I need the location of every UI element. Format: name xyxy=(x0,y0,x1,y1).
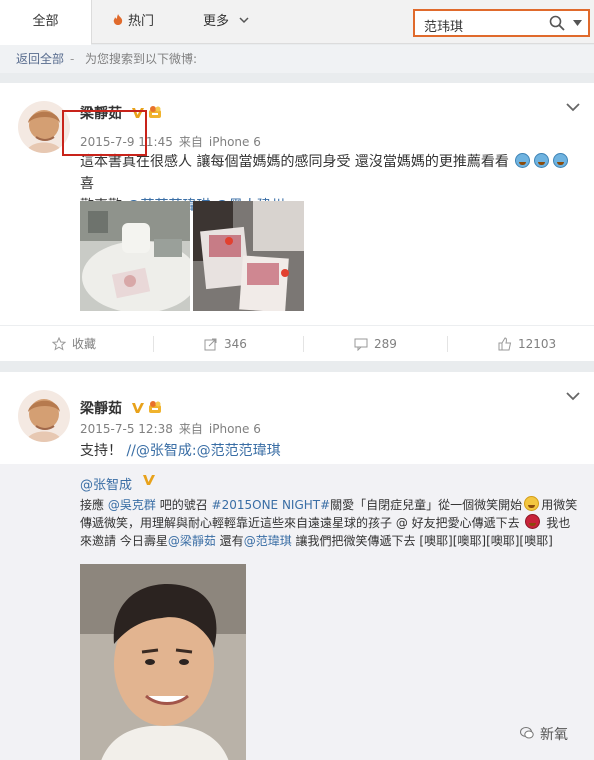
search-query: 范玮琪 xyxy=(424,20,464,35)
medal-icon xyxy=(149,401,161,413)
chevron-down-icon[interactable] xyxy=(566,392,580,401)
tab-more-label: 更多 xyxy=(203,14,230,29)
verified-v-icon xyxy=(132,403,144,413)
quoted-text-g: 讓我們把微笑傳遞下去 [噢耶][噢耶][噢耶][噢耶] xyxy=(295,534,553,548)
post-source[interactable]: iPhone 6 xyxy=(209,422,261,436)
caret-down-icon[interactable] xyxy=(573,20,582,26)
tab-more[interactable]: 更多 xyxy=(203,0,249,44)
mention-link[interactable]: //@张智成:@范范范瑋琪 xyxy=(126,443,280,459)
post-source[interactable]: iPhone 6 xyxy=(209,135,261,149)
repost-icon xyxy=(204,338,217,351)
thumbs-up-icon xyxy=(498,337,512,351)
wechat-icon xyxy=(520,727,534,739)
back-to-all-link[interactable]: 返回全部 xyxy=(16,45,64,73)
search-result-bar: 返回全部 - 为您搜索到以下微博: xyxy=(0,45,594,73)
quoted-text-c: 關愛「自閉症兒童」從一個微笑開始 xyxy=(330,498,523,512)
like-count: 12103 xyxy=(518,337,557,351)
quoted-photo[interactable] xyxy=(80,564,246,760)
comment-icon xyxy=(354,338,368,351)
quoted-post: @张智成 接應 @吳克群 吧的號召 #2015ONE NIGHT#關愛「自閉症兒… xyxy=(0,464,594,760)
highlight-box xyxy=(62,110,147,156)
star-icon xyxy=(52,337,66,351)
mention-link[interactable]: @梁靜茹 xyxy=(168,534,216,548)
quoted-text-b: 吧的號召 xyxy=(159,498,208,512)
crying-emoji-icon xyxy=(515,153,531,168)
avatar[interactable] xyxy=(18,390,70,442)
divider xyxy=(447,336,448,352)
verified-v-icon xyxy=(142,473,156,491)
tab-hot-label: 热门 xyxy=(128,14,155,29)
divider xyxy=(153,336,154,352)
hashtag-link[interactable]: #2015ONE NIGHT# xyxy=(212,498,331,512)
medal-icon xyxy=(149,106,161,118)
flame-icon xyxy=(113,14,123,25)
post-meta: 2015-7-5 12:38 来自 iPhone 6 xyxy=(80,420,267,437)
crying-emoji-icon xyxy=(534,153,550,168)
quoted-text-a: 接應 xyxy=(80,498,105,512)
watermark-text: 新氧 xyxy=(540,727,568,743)
source-prefix: 来自 xyxy=(178,135,203,149)
quoted-text-f: 還有 xyxy=(219,534,244,548)
lips-emoji-icon xyxy=(525,514,541,529)
divider xyxy=(303,336,304,352)
quoted-text: 接應 @吳克群 吧的號召 #2015ONE NIGHT#關愛「自閉症兒童」從一個… xyxy=(80,496,580,550)
weibo-post: 梁靜茹 2015-7-5 12:38 来自 iPhone 6 支持！ //@张智成:… xyxy=(0,372,594,760)
post-date[interactable]: 2015-7-5 12:38 xyxy=(80,422,173,436)
post-image[interactable] xyxy=(193,201,304,311)
mention-link[interactable]: @吳克群 xyxy=(108,498,156,512)
quoted-author[interactable]: @张智成 xyxy=(80,474,132,493)
post-image[interactable] xyxy=(80,201,190,311)
post-actions: 收藏 346 289 12103 xyxy=(0,325,594,361)
favorite-label: 收藏 xyxy=(72,337,97,351)
chevron-down-icon[interactable] xyxy=(566,103,580,112)
result-note: 为您搜索到以下微博: xyxy=(85,52,198,66)
search-icon[interactable] xyxy=(548,14,566,32)
post-text-a: 支持！ xyxy=(80,443,122,459)
mention-link[interactable]: @范瑋琪 xyxy=(244,534,292,548)
post-text: 支持！ //@张智成:@范范范瑋琪 xyxy=(80,440,580,462)
separator: - xyxy=(70,52,75,66)
post-text-a: 這本書真在很感人 讓每個當媽媽的感同身受 還沒當媽媽的更推薦看看 xyxy=(80,154,509,170)
username[interactable]: 梁靜茹 xyxy=(80,398,122,418)
smile-emoji-icon xyxy=(524,496,540,511)
comment-count: 289 xyxy=(374,337,397,351)
search-input[interactable]: 范玮琪 xyxy=(413,9,590,37)
chevron-down-icon xyxy=(239,17,249,24)
tab-hot[interactable]: 热门 xyxy=(112,0,154,44)
post-text-b: 喜 xyxy=(80,176,94,192)
top-tab-bar: 全部 热门 更多 范玮琪 xyxy=(0,0,594,45)
crying-emoji-icon xyxy=(553,153,569,168)
repost-count: 346 xyxy=(224,337,247,351)
source-prefix: 来自 xyxy=(178,422,203,436)
tab-all[interactable]: 全部 xyxy=(0,0,92,45)
